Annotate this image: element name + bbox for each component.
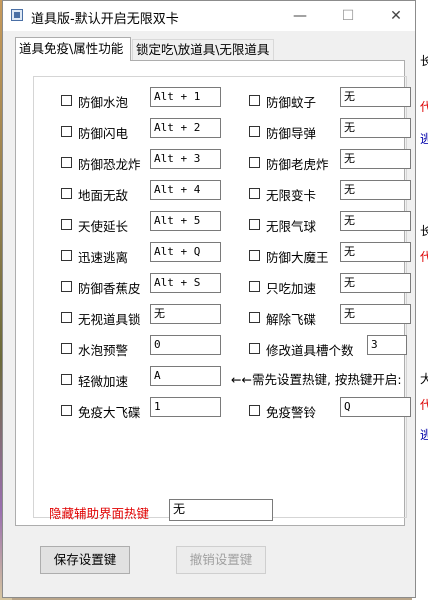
checkbox[interactable]	[249, 343, 260, 354]
checkbox[interactable]	[61, 126, 72, 137]
hotkey-input[interactable]: 无	[340, 118, 411, 138]
checkbox[interactable]	[61, 374, 72, 385]
maximize-button[interactable]: ☐	[325, 1, 371, 31]
checkbox[interactable]	[249, 95, 260, 106]
checkbox[interactable]	[61, 312, 72, 323]
close-button[interactable]: ✕	[373, 1, 419, 31]
tab-items[interactable]: 锁定吃\放道具\无限道具	[132, 39, 274, 61]
checkbox[interactable]	[249, 188, 260, 199]
checkbox[interactable]	[61, 95, 72, 106]
checkbox[interactable]	[249, 157, 260, 168]
hotkey-input[interactable]: 无	[340, 304, 411, 324]
checkbox[interactable]	[61, 405, 72, 416]
main-window: 道具版-默认开启无限双卡 — ☐ ✕ 道具免疫\属性功能 锁定吃\放道具\无限道…	[2, 0, 416, 598]
checkbox[interactable]	[249, 126, 260, 137]
hotkey-input[interactable]: Alt + 5	[150, 211, 221, 231]
background-text: 逃	[420, 132, 428, 146]
hotkey-input[interactable]: Alt + 1	[150, 87, 221, 107]
hotkey-input[interactable]: 无	[340, 211, 411, 231]
checkbox[interactable]	[249, 281, 260, 292]
hotkey-input[interactable]: Alt + 4	[150, 180, 221, 200]
hotkey-input[interactable]: 0	[150, 335, 221, 355]
title-bar[interactable]: 道具版-默认开启无限双卡 — ☐ ✕	[3, 1, 415, 31]
hide-ui-hotkey-label: 隐藏辅助界面热键	[49, 506, 150, 521]
hotkey-input[interactable]: Alt + 2	[150, 118, 221, 138]
checkbox[interactable]	[249, 250, 260, 261]
slot-count-input[interactable]: 3	[367, 335, 407, 355]
tab-immunity[interactable]: 道具免疫\属性功能	[15, 37, 131, 61]
checkbox[interactable]	[61, 157, 72, 168]
cancel-settings-button[interactable]: 撤销设置键	[176, 546, 266, 574]
checkbox[interactable]	[61, 250, 72, 261]
hotkey-input[interactable]: Q	[340, 397, 411, 417]
hotkey-input[interactable]: 无	[150, 304, 221, 324]
save-settings-button[interactable]: 保存设置键	[40, 546, 130, 574]
checkbox[interactable]	[61, 281, 72, 292]
checkbox[interactable]	[61, 219, 72, 230]
hotkey-input[interactable]: Alt + 3	[150, 149, 221, 169]
app-icon	[11, 9, 23, 21]
hotkey-input[interactable]: Alt + S	[150, 273, 221, 293]
checkbox[interactable]	[249, 219, 260, 230]
background-text: 代	[420, 398, 428, 412]
checkbox[interactable]	[61, 188, 72, 199]
hotkey-input[interactable]: 无	[340, 87, 411, 107]
minimize-button[interactable]: —	[277, 1, 323, 31]
background-text: 代	[420, 250, 428, 264]
checkbox[interactable]	[249, 405, 260, 416]
background-text: 大	[420, 372, 428, 386]
hotkey-input[interactable]: 无	[340, 242, 411, 262]
tab-panel: 防御水泡 Alt + 1 防御闪电 Alt + 2 防御恐龙炸 Alt + 3 …	[15, 60, 411, 526]
background-text: 代	[420, 100, 428, 114]
background-text: 逃	[420, 428, 428, 442]
hotkey-input[interactable]: 1	[150, 397, 221, 417]
hotkey-note: ←←需先设置热键, 按热键开启:	[231, 372, 402, 387]
checkbox[interactable]	[249, 312, 260, 323]
checkbox[interactable]	[61, 343, 72, 354]
background-text: 长	[420, 54, 428, 68]
hide-ui-hotkey-input[interactable]: 无	[169, 499, 273, 521]
hotkey-input[interactable]: 无	[340, 273, 411, 293]
hotkey-input[interactable]: A	[150, 366, 221, 386]
window-title: 道具版-默认开启无限双卡	[31, 12, 179, 27]
hotkey-input[interactable]: Alt + Q	[150, 242, 221, 262]
background-text: 长	[420, 224, 428, 238]
hotkey-input[interactable]: 无	[340, 149, 411, 169]
options-group: 防御水泡 Alt + 1 防御闪电 Alt + 2 防御恐龙炸 Alt + 3 …	[33, 76, 411, 518]
hotkey-input[interactable]: 无	[340, 180, 411, 200]
